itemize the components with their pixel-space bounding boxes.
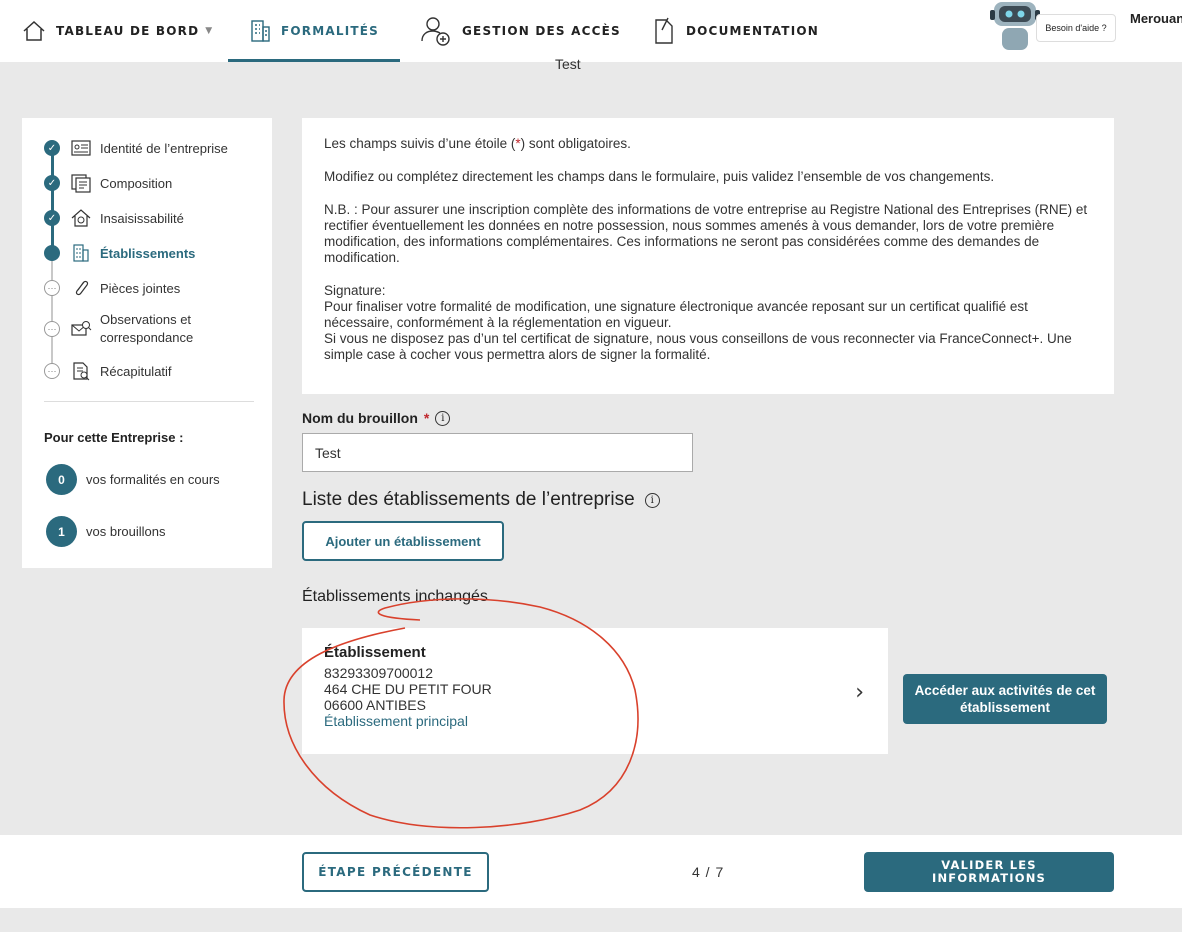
building-icon	[251, 20, 270, 42]
chevron-down-icon: ▼	[205, 26, 214, 36]
info-icon[interactable]: i	[644, 492, 660, 508]
pending-icon: ···	[44, 363, 60, 379]
document-search-icon	[73, 362, 90, 381]
user-name[interactable]: Merouan	[1130, 11, 1182, 26]
nav-documentation-label: DOCUMENTATION	[686, 24, 819, 38]
step-label: Identité de l’entreprise	[100, 140, 228, 156]
drafts-count-label: vos brouillons	[86, 524, 166, 539]
access-activities-button[interactable]: Accéder aux activités de cet établisseme…	[903, 674, 1107, 724]
composition-icon	[71, 174, 91, 193]
establishment-siret: 83293309700012	[324, 665, 434, 681]
step-label: Composition	[100, 175, 173, 191]
draft-crumb: Test	[555, 56, 581, 72]
nav-formalites-label: FORMALITÉS	[280, 24, 379, 38]
info-panel: Les champs suivis d’une étoile (*) sont …	[302, 118, 1114, 394]
formalites-count-label: vos formalités en cours	[86, 472, 220, 487]
info-paragraph: Modifiez ou complétez directement les ch…	[324, 169, 995, 184]
info-nb: N.B. : Pour assurer une inscription comp…	[324, 202, 1088, 265]
establishment-type: Établissement principal	[324, 713, 468, 729]
step-insaisissabilite[interactable]: ✓ Insaisissabilité	[44, 208, 184, 228]
footer-bar: ÉTAPE PRÉCÉDENTE 4 / 7 VALIDER LES INFOR…	[0, 835, 1182, 908]
nav-access-management[interactable]: GESTION DES ACCÈS	[420, 0, 621, 62]
current-step-dot	[44, 245, 60, 261]
user-add-icon	[421, 17, 450, 46]
required-star: *	[423, 410, 430, 426]
pending-icon: ···	[44, 321, 60, 337]
id-card-icon	[71, 140, 91, 156]
sidebar-title: Pour cette Entreprise :	[44, 430, 184, 445]
steps-sidebar: ✓ Identité de l’entreprise ✓ Composition…	[22, 118, 272, 568]
nav-dashboard[interactable]: TABLEAU DE BORD ▼	[22, 0, 213, 62]
nav-documentation[interactable]: DOCUMENTATION	[652, 0, 819, 62]
steps-progress	[51, 148, 54, 253]
establishments-list-title: Liste des établissements de l’entreprise…	[302, 489, 660, 511]
draft-name-label: Nom du brouillon * i	[302, 410, 451, 426]
check-icon: ✓	[44, 140, 60, 156]
draft-name-input[interactable]	[302, 433, 693, 472]
previous-step-button[interactable]: ÉTAPE PRÉCÉDENTE	[302, 852, 489, 892]
sidebar-divider	[44, 401, 254, 402]
step-label: Pièces jointes	[100, 280, 181, 296]
validate-button[interactable]: VALIDER LES INFORMATIONS	[864, 852, 1114, 892]
check-icon: ✓	[44, 210, 60, 226]
add-establishment-button[interactable]: Ajouter un établissement	[302, 521, 504, 561]
drafts-count-row[interactable]: 1 vos brouillons	[46, 516, 166, 547]
unchanged-establishments-title: Établissements inchangés	[302, 588, 488, 605]
step-label: Établissements	[100, 245, 196, 261]
signature-text-2: Si vous ne disposez pas d’un tel certifi…	[324, 331, 1072, 362]
info-icon[interactable]: i	[435, 410, 451, 426]
building-icon	[73, 244, 89, 262]
signature-title: Signature:	[324, 283, 386, 298]
check-icon: ✓	[44, 175, 60, 191]
step-recapitulatif[interactable]: ··· Récapitulatif	[44, 361, 172, 381]
nav-access-label: GESTION DES ACCÈS	[462, 24, 621, 38]
required-note: Les champs suivis d’une étoile (*) sont …	[324, 136, 631, 151]
nav-formalites[interactable]: FORMALITÉS	[228, 0, 400, 62]
step-label: Insaisissabilité	[100, 210, 184, 226]
nav-dashboard-label: TABLEAU DE BORD	[56, 24, 200, 38]
info-signature: Signature: Pour finaliser votre formalit…	[324, 283, 1092, 363]
house-icon	[71, 209, 91, 227]
step-composition[interactable]: ✓ Composition	[44, 173, 172, 193]
step-label: Observations et correspondance	[100, 312, 194, 345]
establishment-card[interactable]: Établissement 83293309700012 464 CHE DU …	[302, 628, 888, 754]
step-etablissements[interactable]: Établissements	[44, 243, 195, 263]
establishment-title: Établissement	[324, 644, 426, 661]
step-observations[interactable]: ··· Observations et correspondance	[44, 311, 230, 347]
chevron-right-icon[interactable]: ›	[855, 680, 864, 705]
signature-text-1: Pour finaliser votre formalité de modifi…	[324, 299, 1028, 330]
step-label: Récapitulatif	[100, 363, 172, 379]
drafts-count-badge: 1	[46, 516, 77, 547]
top-navigation: TABLEAU DE BORD ▼ FORMALITÉS GESTION DES…	[0, 0, 1182, 62]
step-pager: 4 / 7	[692, 864, 725, 880]
home-icon	[23, 20, 45, 41]
establishment-address: 464 CHE DU PETIT FOUR	[324, 681, 492, 697]
document-edit-icon	[655, 17, 673, 44]
paperclip-icon	[75, 280, 89, 296]
pending-icon: ···	[44, 280, 60, 296]
help-button[interactable]: Besoin d'aide ?	[1036, 14, 1116, 42]
mail-search-icon	[71, 321, 92, 336]
formalites-count-row[interactable]: 0 vos formalités en cours	[46, 464, 220, 495]
step-identite[interactable]: ✓ Identité de l’entreprise	[44, 138, 228, 158]
formalites-count-badge: 0	[46, 464, 77, 495]
step-pieces-jointes[interactable]: ··· Pièces jointes	[44, 278, 180, 298]
establishment-city: 06600 ANTIBES	[324, 697, 426, 713]
